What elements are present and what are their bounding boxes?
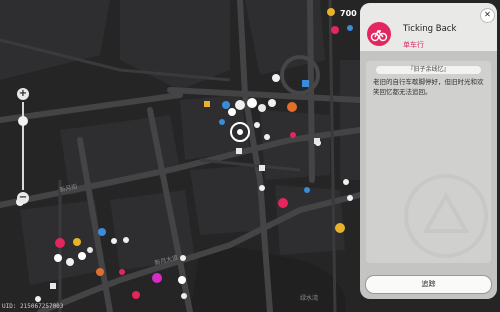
bicycle-icon — [367, 22, 391, 46]
top-counter: 700 — [340, 9, 357, 18]
panel-header: Ticking Back 单车行 ✕ — [360, 3, 497, 51]
zoom-in-button[interactable]: + — [17, 88, 29, 100]
panel-subtitle: 单车行 — [403, 41, 424, 49]
zoom-out-button[interactable]: − — [17, 192, 29, 204]
street-label: 绿水湾 — [300, 294, 318, 302]
close-icon[interactable]: ✕ — [480, 8, 495, 23]
panel-description: 老旧的自行车歇脚停好，但旧时光和欢笑回忆都无法追回。 — [373, 78, 484, 96]
watermark-emblem — [404, 174, 488, 258]
quest-tag: 『旧子余线忆』 — [376, 66, 481, 74]
panel-body: 『旧子余线忆』 老旧的自行车歇脚停好，但旧时光和欢笑回忆都无法追回。 — [366, 61, 491, 263]
zoom-control[interactable]: + − — [17, 88, 31, 204]
uid-label: UID: 215067257003 — [2, 303, 64, 310]
track-button[interactable]: 追踪 — [365, 275, 492, 294]
poi-detail-panel: Ticking Back 单车行 ✕ 『旧子余线忆』 老旧的自行车歇脚停好，但旧… — [360, 3, 497, 299]
zoom-slider-knob[interactable] — [18, 116, 28, 126]
panel-title: Ticking Back — [403, 24, 457, 34]
